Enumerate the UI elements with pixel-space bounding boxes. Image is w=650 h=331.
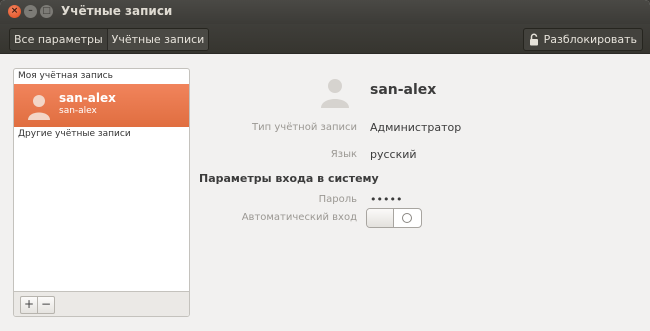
breadcrumb: Все параметры Учётные записи (9, 28, 210, 51)
switch-off-indicator-icon (402, 213, 412, 223)
user-list-toolbar: + − (14, 291, 189, 316)
add-user-button[interactable]: + (20, 296, 38, 314)
remove-user-button[interactable]: − (37, 296, 55, 314)
user-list-item-login: san-alex (59, 106, 97, 116)
breadcrumb-user-accounts[interactable]: Учётные записи (106, 29, 209, 50)
unlock-button[interactable]: Разблокировать (522, 28, 643, 51)
lock-icon (529, 33, 538, 46)
password-label: Пароль (318, 194, 357, 205)
minimize-window-button[interactable]: – (24, 5, 37, 18)
user-avatar-icon[interactable] (318, 74, 352, 108)
language-value[interactable]: русский (370, 148, 417, 161)
accounts-window: × – □ Учётные записи Все параметры Учётн… (0, 0, 650, 331)
password-value[interactable]: ••••• (370, 193, 402, 206)
user-list: Моя учётная запись san-alex san-alex Дру… (13, 68, 190, 317)
login-options-heading: Параметры входа в систему (199, 172, 379, 185)
toolbar: Все параметры Учётные записи Разблокиров… (0, 24, 650, 54)
language-label: Язык (330, 149, 357, 160)
close-window-button[interactable]: × (8, 5, 21, 18)
my-account-section-label: Моя учётная запись (18, 71, 113, 81)
avatar-icon (28, 95, 50, 120)
other-accounts-section-label: Другие учётные записи (18, 129, 131, 139)
title-bar: × – □ Учётные записи (0, 0, 650, 24)
user-list-item-name: san-alex (59, 91, 116, 105)
user-full-name[interactable]: san-alex (370, 82, 436, 98)
account-type-label: Тип учётной записи (252, 122, 357, 133)
user-list-item-selected[interactable]: san-alex san-alex (14, 84, 189, 127)
switch-knob (367, 209, 394, 227)
maximize-window-button[interactable]: □ (40, 5, 53, 18)
account-details: san-alex Тип учётной записи Администрато… (190, 68, 650, 318)
unlock-label: Разблокировать (543, 33, 637, 46)
window-title: Учётные записи (61, 4, 173, 18)
auto-login-switch[interactable] (366, 208, 422, 228)
auto-login-label: Автоматический вход (241, 212, 357, 223)
account-type-value[interactable]: Администратор (370, 121, 461, 134)
breadcrumb-all-settings[interactable]: Все параметры (10, 29, 107, 50)
